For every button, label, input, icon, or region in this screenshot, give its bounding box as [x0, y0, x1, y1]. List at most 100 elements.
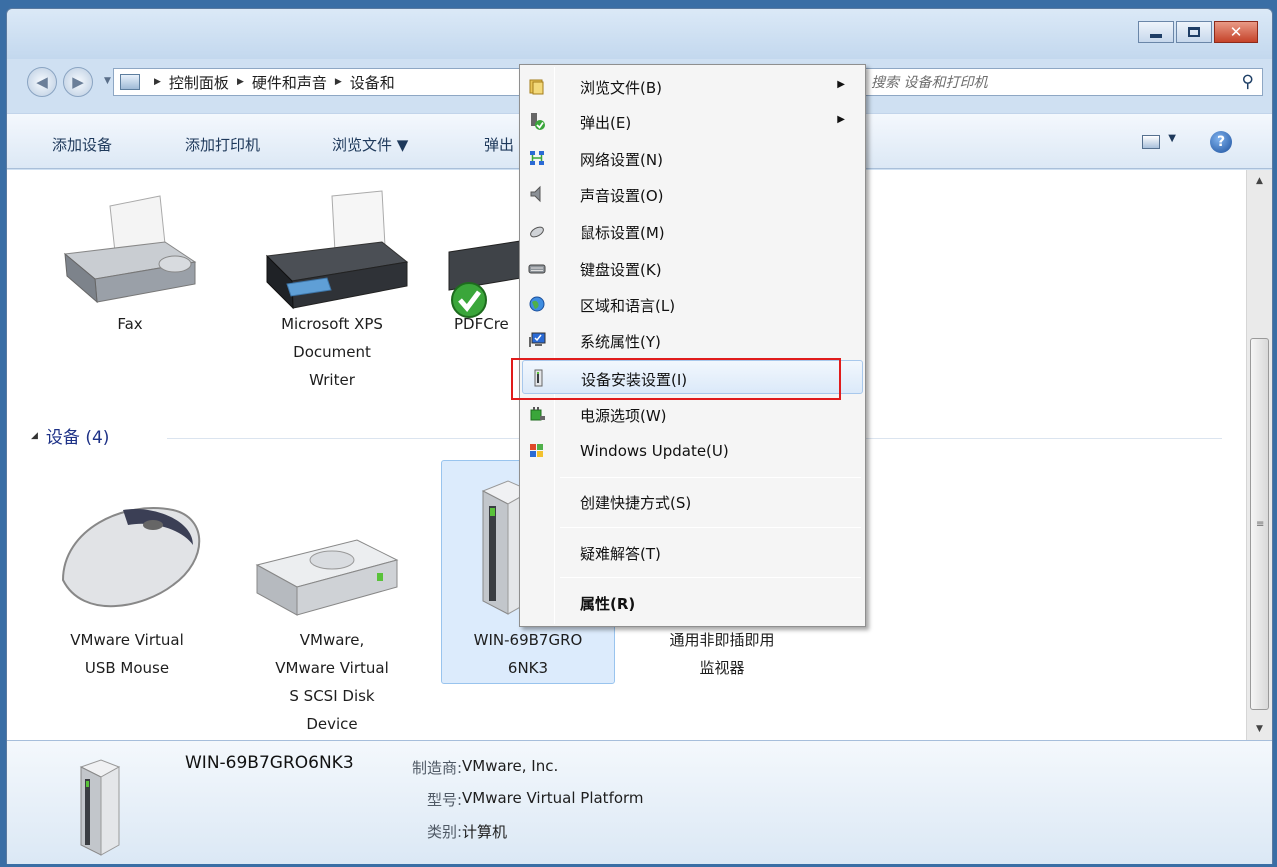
menu-item-windows-update[interactable]: Windows Update(U) — [522, 434, 863, 468]
devices-group-label: 设备 (4) — [45, 428, 110, 448]
add-printer-button[interactable]: 添加打印机 — [185, 134, 260, 155]
category-key: 类别: — [427, 823, 463, 841]
speaker-icon — [530, 185, 541, 203]
menu-separator — [560, 477, 861, 478]
device-label[interactable]: VMware Virtual USB Mouse — [47, 626, 207, 682]
devices-group-header[interactable]: ◢ 设备 (4) — [31, 423, 109, 448]
add-device-button[interactable]: 添加设备 — [52, 134, 112, 155]
device-label[interactable]: 通用非即插即用 监视器 — [637, 626, 807, 682]
breadcrumb-control-panel[interactable]: 控制面板 — [169, 72, 229, 93]
scroll-thumb[interactable]: ≡ — [1250, 338, 1269, 710]
menu-item-label: 弹出(E) — [580, 114, 632, 132]
title-bar[interactable]: ✕ — [7, 9, 1272, 59]
submenu-arrow-icon: ▶ — [837, 79, 845, 90]
fax-icon[interactable] — [55, 184, 205, 314]
breadcrumb-arrow-icon[interactable]: ▶ — [154, 77, 161, 87]
menu-item-label: 属性(R) — [580, 595, 636, 613]
annotation-highlight-box — [511, 358, 841, 400]
mouse-icon[interactable] — [53, 490, 213, 625]
menu-item-label: 浏览文件(B) — [580, 79, 662, 97]
eject-icon — [531, 113, 545, 130]
maximize-button[interactable] — [1176, 21, 1212, 43]
disk-drive-icon[interactable] — [247, 525, 407, 625]
menu-item-sound-settings[interactable]: 声音设置(O) — [522, 177, 863, 211]
device-label[interactable]: Fax — [80, 310, 180, 338]
menu-item-mouse-settings[interactable]: 鼠标设置(M) — [522, 214, 863, 248]
menu-item-region-language[interactable]: 区域和语言(L) — [522, 287, 863, 321]
device-label-line: USB Mouse — [84, 659, 170, 677]
close-icon: ✕ — [1229, 23, 1243, 41]
menu-item-label: 键盘设置(K) — [580, 261, 662, 279]
menu-item-label: 鼠标设置(M) — [580, 224, 665, 242]
menu-item-label: 疑难解答(T) — [580, 545, 661, 563]
recent-pages-dropdown-icon[interactable]: ▼ — [104, 76, 111, 86]
model-value: VMware Virtual Platform — [462, 789, 644, 807]
breadcrumb-arrow-icon[interactable]: ▶ — [237, 77, 244, 87]
device-label-line: Device — [306, 715, 358, 733]
power-icon — [530, 407, 545, 421]
eject-button[interactable]: 弹出 — [484, 134, 514, 155]
device-label[interactable]: VMware, VMware Virtual S SCSI Disk Devic… — [247, 626, 417, 738]
vertical-scrollbar[interactable]: ▲ ≡ ▼ — [1246, 170, 1272, 740]
breadcrumb-devices-printers[interactable]: 设备和 — [350, 72, 395, 93]
printer-icon[interactable] — [439, 222, 529, 322]
menu-separator — [560, 577, 861, 578]
device-label[interactable]: Microsoft XPS Document Writer — [247, 310, 417, 394]
manufacturer-value: VMware, Inc. — [462, 757, 559, 775]
device-label-line: Fax — [117, 315, 143, 333]
menu-separator — [560, 527, 861, 528]
help-icon[interactable]: ? — [1210, 131, 1232, 153]
menu-item-label: 电源选项(W) — [580, 407, 667, 425]
context-menu: 浏览文件(B) ▶ 弹出(E) ▶ 网络设置(N) 声音设置(O) 鼠标设置(M… — [519, 64, 866, 627]
network-icon — [530, 151, 544, 165]
printer-icon[interactable] — [257, 186, 417, 316]
detail-device-name: WIN-69B7GRO6NK3 — [185, 753, 354, 773]
submenu-arrow-icon: ▶ — [837, 114, 845, 125]
folder-icon — [529, 79, 544, 95]
device-label-line: WIN-69B7GRO — [473, 631, 583, 649]
mouse-icon — [530, 226, 544, 238]
device-label-line: VMware, — [299, 631, 365, 649]
breadcrumb-hardware-sound[interactable]: 硬件和声音 — [252, 72, 327, 93]
search-input[interactable]: 搜索 设备和打印机 ⚲ — [860, 68, 1263, 96]
maximize-icon — [1188, 27, 1200, 37]
change-view-icon[interactable] — [1142, 135, 1160, 149]
search-icon[interactable]: ⚲ — [1242, 72, 1254, 92]
system-icon — [529, 332, 546, 347]
forward-button[interactable]: ▶ — [63, 67, 93, 97]
device-label[interactable]: WIN-69B7GRO 6NK3 — [441, 626, 615, 682]
menu-item-properties[interactable]: 属性(R) — [522, 585, 863, 619]
collapse-triangle-icon[interactable]: ◢ — [31, 431, 38, 441]
breadcrumb-arrow-icon[interactable]: ▶ — [335, 77, 342, 87]
menu-item-keyboard-settings[interactable]: 键盘设置(K) — [522, 251, 863, 285]
device-label-line: 监视器 — [699, 659, 745, 677]
device-label-line: 6NK3 — [507, 659, 549, 677]
scroll-down-icon[interactable]: ▼ — [1247, 718, 1272, 740]
menu-item-system-properties[interactable]: 系统属性(Y) — [522, 323, 863, 357]
scroll-up-icon[interactable]: ▲ — [1247, 170, 1272, 192]
menu-item-eject[interactable]: 弹出(E) ▶ — [522, 104, 863, 138]
back-button[interactable]: ◀ — [27, 67, 57, 97]
device-label-line: S SCSI Disk — [289, 687, 375, 705]
search-placeholder: 搜索 设备和打印机 — [871, 75, 988, 91]
menu-item-label: 声音设置(O) — [580, 187, 664, 205]
keyboard-icon — [528, 264, 546, 274]
minimize-icon — [1150, 33, 1162, 38]
grip-icon: ≡ — [1256, 519, 1265, 530]
close-button[interactable]: ✕ — [1214, 21, 1258, 43]
menu-item-power-options[interactable]: 电源选项(W) — [522, 397, 863, 431]
view-options-arrow-icon[interactable]: ▼ — [1168, 133, 1176, 144]
device-label-line: Writer — [309, 371, 355, 389]
menu-item-label: 系统属性(Y) — [580, 333, 661, 351]
menu-item-create-shortcut[interactable]: 创建快捷方式(S) — [522, 484, 863, 518]
minimize-button[interactable] — [1138, 21, 1174, 43]
menu-item-troubleshoot[interactable]: 疑难解答(T) — [522, 535, 863, 569]
browse-files-button[interactable]: 浏览文件 ▼ — [332, 134, 408, 155]
computer-icon — [79, 759, 121, 856]
globe-icon — [529, 296, 545, 312]
back-arrow-icon: ◀ — [36, 73, 48, 91]
menu-item-network-settings[interactable]: 网络设置(N) — [522, 141, 863, 175]
device-label-line: VMware Virtual — [275, 659, 389, 677]
menu-item-browse-files[interactable]: 浏览文件(B) ▶ — [522, 69, 863, 103]
details-pane: WIN-69B7GRO6NK3 制造商: VMware, Inc. 型号: VM… — [7, 740, 1272, 864]
